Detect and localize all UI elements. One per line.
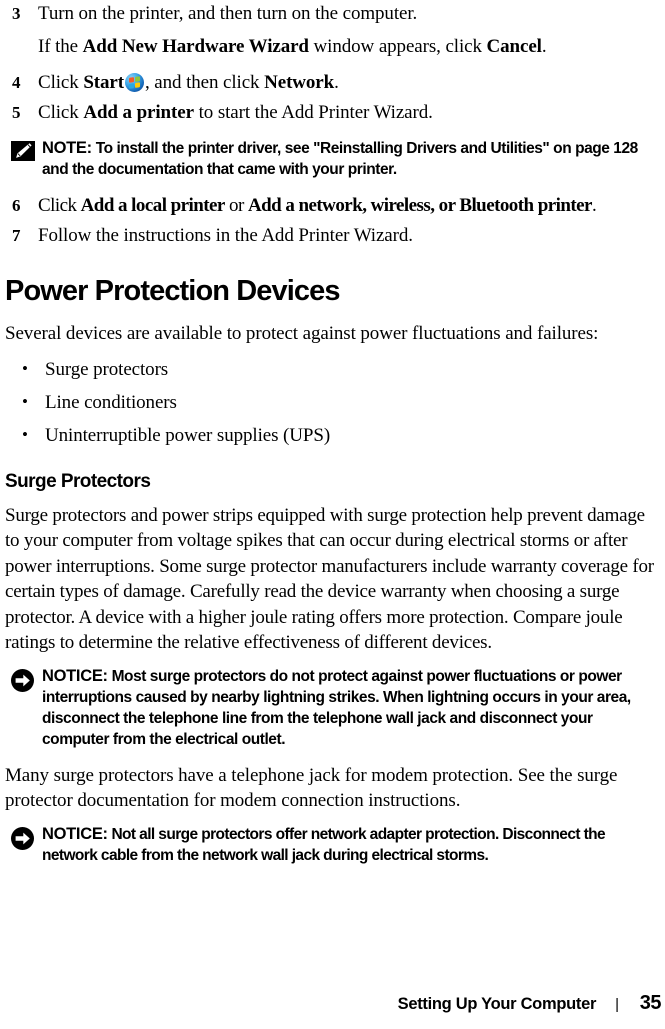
notice-2-label: NOTICE:: [42, 824, 108, 843]
step-number: 7: [12, 226, 21, 245]
step-number: 6: [12, 196, 21, 215]
step-6-middle: or: [224, 195, 248, 216]
manual-page: 3 Turn on the printer, and then turn on …: [0, 0, 665, 1029]
step-4-middle: , and then click: [144, 72, 265, 93]
notice-1-label: NOTICE:: [42, 666, 108, 685]
step-3-cancel-label: Cancel: [486, 36, 542, 57]
note-pencil-icon: [11, 141, 35, 161]
step-3-wizard-name: Add New Hardware Wizard: [82, 36, 309, 57]
step-text: Follow the instructions in the Add Print…: [38, 225, 413, 246]
step-3-substep: If the Add New Hardware Wizard window ap…: [38, 33, 661, 60]
step-3-main-text: Turn on the printer, and then turn on th…: [38, 3, 418, 24]
notice-2-body: NOTICE: Not all surge protectors offer n…: [42, 824, 661, 866]
step-text: Click Add a printer to start the Add Pri…: [38, 99, 661, 126]
list-item: Surge protectors: [5, 356, 661, 382]
device-list: Surge protectors Line conditioners Unint…: [5, 356, 661, 448]
notice-icon-wrap: [5, 824, 42, 850]
step-6-lead: Click: [38, 195, 81, 216]
step-4-after: .: [334, 72, 339, 93]
footer-separator: |: [615, 996, 619, 1013]
modem-protection-paragraph: Many surge protectors have a telephone j…: [5, 764, 618, 812]
notice-1-body: NOTICE: Most surge protectors do not pro…: [42, 666, 661, 750]
page-footer: Setting Up Your Computer | 35: [0, 992, 662, 1015]
windows-flag-icon: [128, 76, 140, 89]
notice-1-text: Most surge protectors do not protect aga…: [42, 667, 631, 748]
step-4-start-label: Start: [83, 72, 124, 93]
step-3-sub-before: If the: [38, 36, 83, 57]
notice-arrow-icon: [11, 826, 34, 850]
notice-2-text: Not all surge protectors offer network a…: [42, 825, 606, 864]
step-4-lead: Click: [38, 72, 84, 93]
step-4: 4 Click Start , and then click Network.: [5, 69, 661, 96]
surge-protectors-paragraph: Surge protectors and power strips equipp…: [5, 504, 654, 654]
notice-arrow-icon: [11, 668, 34, 692]
list-item: Uninterruptible power supplies (UPS): [5, 422, 661, 448]
step-5-after: to start the Add Printer Wizard.: [193, 102, 433, 123]
step-5: 5 Click Add a printer to start the Add P…: [5, 99, 661, 126]
step-5-add-printer-label: Add a printer: [83, 102, 194, 123]
footer-chapter-title: Setting Up Your Computer: [397, 995, 597, 1013]
step-number: 4: [12, 73, 21, 92]
step-3: 3 Turn on the printer, and then turn on …: [5, 0, 661, 60]
notice-block-2: NOTICE: Not all surge protectors offer n…: [5, 824, 661, 866]
step-4-network-label: Network: [264, 72, 335, 93]
notice-icon-wrap: [5, 666, 42, 692]
section-heading: Power Protection Devices: [5, 275, 340, 307]
step-text: Click Start , and then click Network.: [38, 69, 661, 96]
windows-start-orb-icon: [124, 73, 144, 92]
step-7: 7 Follow the instructions in the Add Pri…: [5, 222, 661, 249]
step-6-local-printer-label: Add a local printer: [80, 195, 226, 216]
subsection-heading: Surge Protectors: [5, 470, 151, 492]
step-number: 3: [12, 4, 21, 23]
intro-paragraph: Several devices are available to protect…: [5, 323, 599, 344]
note-label: NOTE:: [42, 139, 92, 157]
note-body: NOTE: To install the printer driver, see…: [42, 138, 661, 180]
footer-page-number: 35: [639, 992, 662, 1014]
step-6: 6 Click Add a local printer or Add a net…: [5, 192, 661, 219]
step-6-after: .: [591, 195, 597, 216]
step-6-network-printer-label: Add a network, wireless, or Bluetooth pr…: [247, 195, 593, 216]
step-text: Turn on the printer, and then turn on th…: [38, 0, 661, 60]
step-text: Click Add a local printer or Add a netwo…: [38, 192, 661, 219]
step-3-sub-after: .: [541, 36, 547, 57]
list-item: Line conditioners: [5, 389, 661, 415]
step-5-lead: Click: [38, 102, 84, 123]
notice-block-1: NOTICE: Most surge protectors do not pro…: [5, 666, 661, 750]
note-text: To install the printer driver, see "Rein…: [42, 140, 638, 178]
note-icon-wrap: [5, 138, 42, 161]
step-number: 5: [12, 103, 21, 122]
note-block: NOTE: To install the printer driver, see…: [5, 138, 661, 180]
step-3-sub-middle: window appears, click: [308, 36, 487, 57]
